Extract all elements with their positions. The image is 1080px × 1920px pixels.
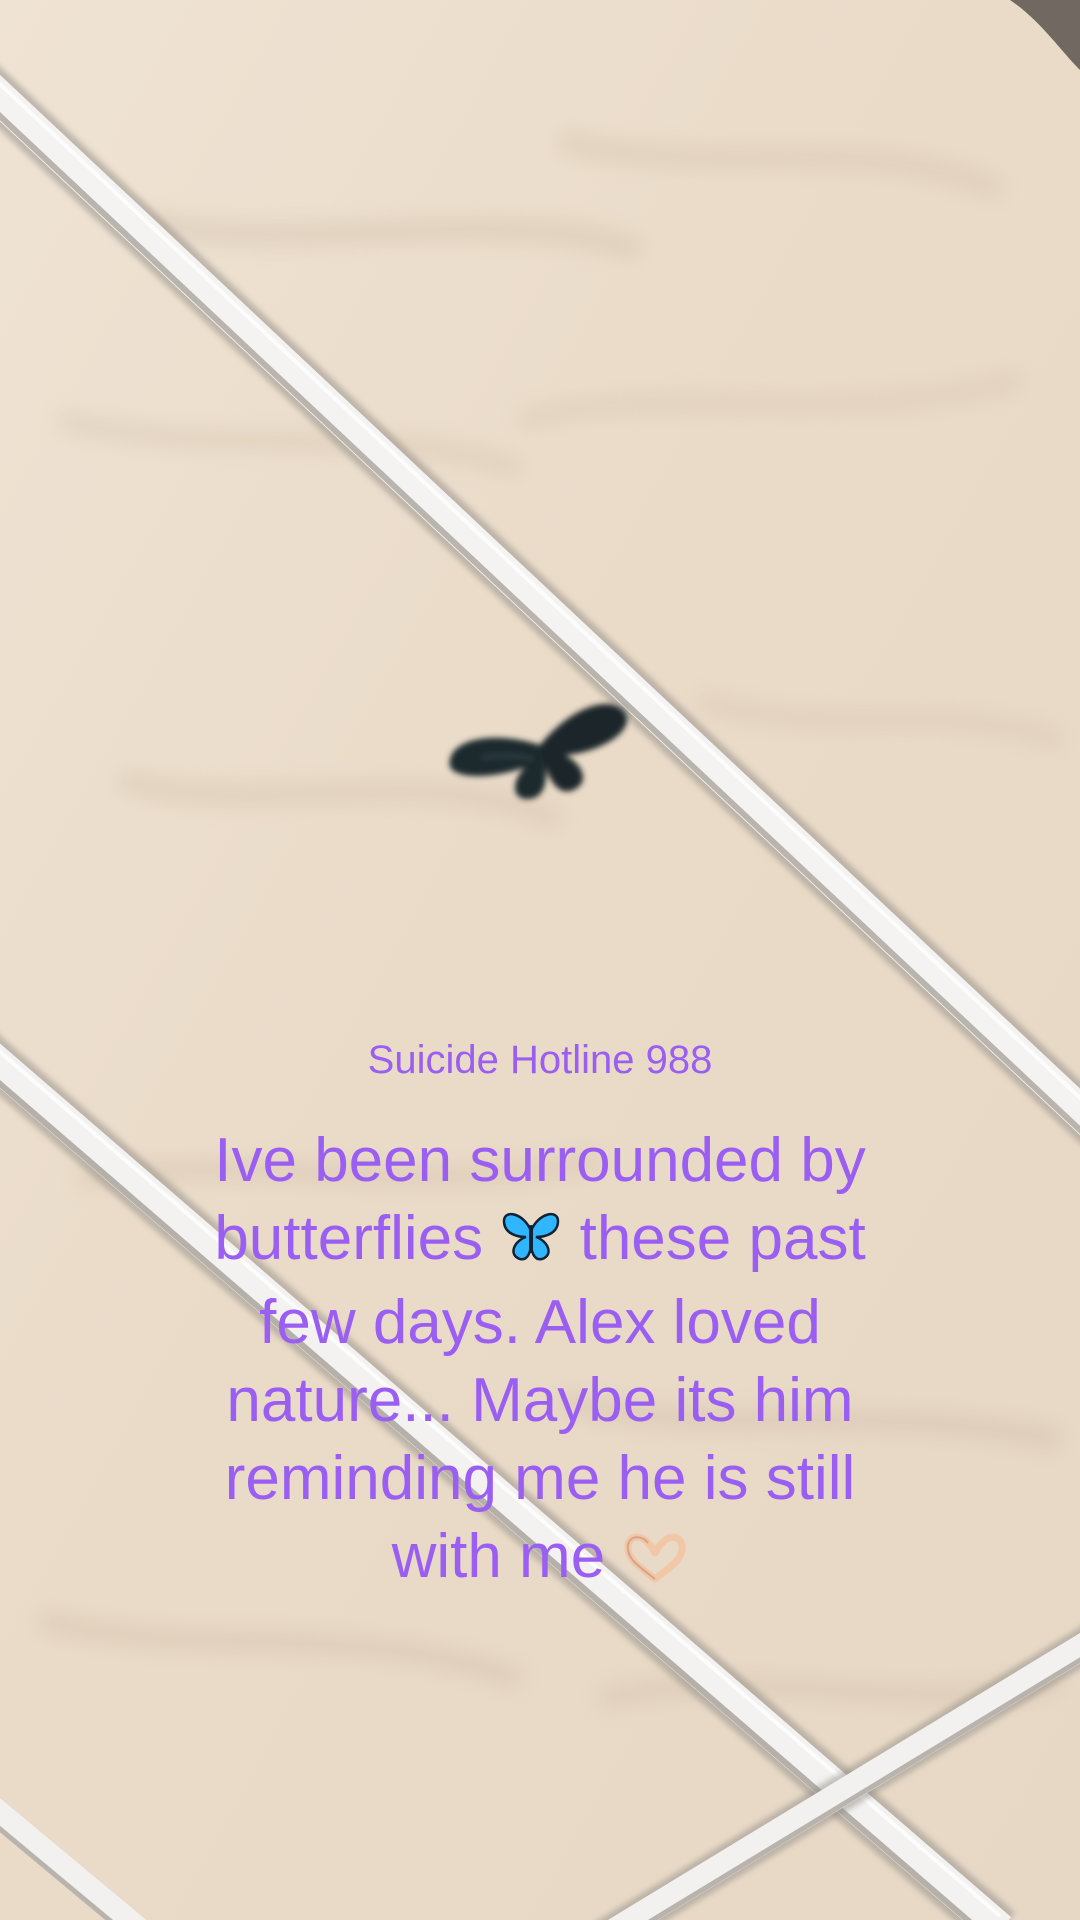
hotline-text: Suicide Hotline 988 [367, 1038, 713, 1082]
caption-line: butterflies these past [150, 1200, 930, 1284]
caption-text: Ive been surrounded by butterflies these… [150, 1122, 930, 1602]
caption-fragment: butterflies [214, 1204, 484, 1273]
caption-line: few days. Alex loved [259, 1288, 821, 1357]
caption-line: with me [150, 1518, 930, 1602]
video-frame: Suicide Hotline 988 Ive been surrounded … [0, 0, 1080, 1920]
caption-line: nature... Maybe its him [226, 1366, 854, 1435]
caption-line: reminding me he is still [224, 1444, 856, 1513]
butterfly-emoji-icon [500, 1206, 562, 1284]
heart-hands-emoji-icon [622, 1524, 688, 1602]
caption-fragment: these past [579, 1204, 866, 1273]
caption-fragment: with me [391, 1522, 606, 1591]
ceiling-photo [0, 0, 1080, 1920]
caption-line: Ive been surrounded by [214, 1126, 866, 1195]
